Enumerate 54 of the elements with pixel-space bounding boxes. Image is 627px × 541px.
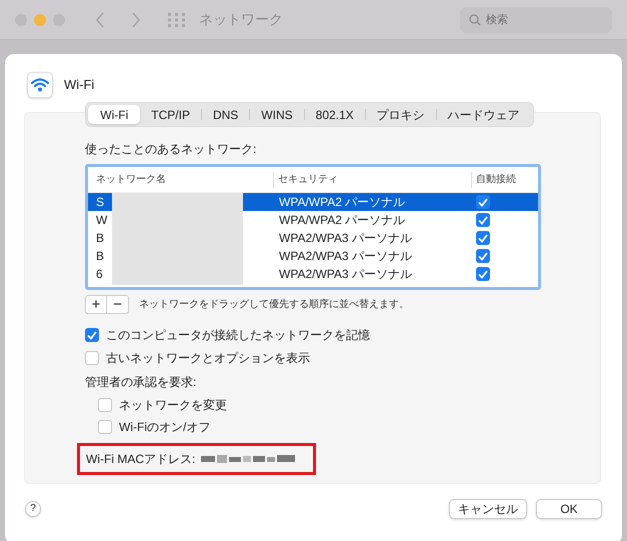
checkbox-label: ネットワークを変更	[119, 397, 227, 414]
column-header[interactable]: セキュリティ	[273, 172, 471, 188]
security-type: WPA2/WPA3 パーソナル	[278, 266, 413, 283]
tab[interactable]: DNS	[202, 105, 250, 124]
checkbox[interactable]	[476, 213, 490, 227]
checkbox[interactable]	[98, 398, 112, 412]
search-icon	[469, 14, 481, 26]
network-name: B	[95, 230, 106, 247]
wifi-app-icon	[27, 72, 53, 98]
tab[interactable]: ハードウェア	[436, 105, 531, 124]
table-row[interactable]: 6 WPA2/WPA3 パーソナル	[88, 265, 538, 283]
window-title: ネットワーク	[199, 10, 283, 29]
admin-label: 管理者の承認を要求:	[85, 374, 198, 391]
network-name: 6	[95, 266, 104, 283]
security-type: WPA2/WPA3 パーソナル	[278, 230, 413, 247]
mac-address-label: Wi-Fi MACアドレス:	[86, 451, 196, 468]
network-name: S	[95, 194, 106, 211]
tab[interactable]: プロキシ	[366, 105, 436, 124]
back-icon[interactable]	[95, 12, 105, 28]
tab[interactable]: 802.1X	[304, 105, 365, 124]
forward-icon[interactable]	[131, 12, 141, 28]
remove-button[interactable]: −	[107, 296, 128, 313]
help-button[interactable]: ?	[25, 501, 41, 517]
checkbox-label: 古いネットワークとオプションを表示	[106, 350, 310, 367]
table-row[interactable]: B WPA2/WPA3 パーソナル	[88, 229, 538, 247]
column-header[interactable]: 自動接続	[471, 172, 538, 188]
hint-text: ネットワークをドラッグして優先する順序に並べ替えます。	[139, 298, 409, 312]
grid-icon[interactable]	[168, 12, 185, 26]
security-type: WPA/WPA2 パーソナル	[278, 194, 406, 211]
checkbox-label: Wi-Fiのオン/オフ	[119, 419, 210, 436]
tab[interactable]: Wi-Fi	[88, 105, 140, 124]
checkbox[interactable]	[85, 351, 99, 365]
table-row[interactable]: W WPA/WPA2 パーソナル	[88, 211, 538, 229]
tab[interactable]: WINS	[250, 105, 304, 124]
networks-label: 使ったことのあるネットワーク:	[85, 141, 258, 158]
service-name: Wi-Fi	[64, 76, 94, 94]
column-header[interactable]: ネットワーク名	[88, 172, 273, 188]
checkbox-label: このコンピュータが接続したネットワークを記憶	[106, 327, 370, 344]
checkbox[interactable]	[476, 195, 490, 209]
tab[interactable]: TCP/IP	[140, 105, 201, 124]
checkbox[interactable]	[98, 420, 112, 434]
dialog-button[interactable]: キャンセル	[449, 499, 527, 519]
checkbox[interactable]	[85, 328, 99, 342]
network-name: B	[95, 248, 106, 265]
security-type: WPA/WPA2 パーソナル	[278, 212, 406, 229]
table-row[interactable]: B WPA2/WPA3 パーソナル	[88, 247, 538, 265]
checkbox[interactable]	[476, 231, 490, 245]
network-name: W	[95, 212, 108, 229]
add-button[interactable]: +	[86, 296, 107, 313]
checkbox[interactable]	[476, 267, 490, 281]
dialog-button[interactable]: OK	[536, 499, 602, 519]
search-field[interactable]: 検索	[460, 6, 612, 32]
checkbox[interactable]	[476, 249, 490, 263]
security-type: WPA2/WPA3 パーソナル	[278, 248, 413, 265]
